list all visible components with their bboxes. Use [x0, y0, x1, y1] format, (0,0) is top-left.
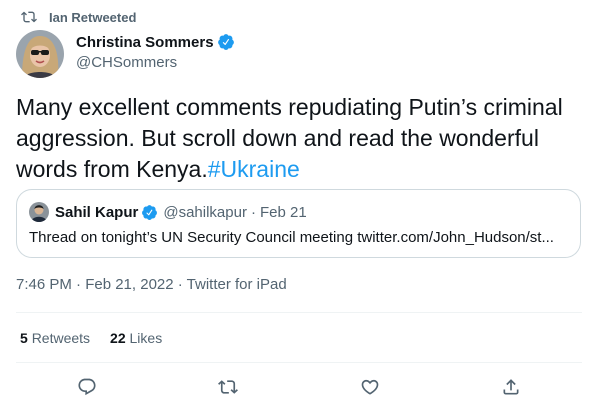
likes-label: Likes — [129, 330, 163, 346]
quote-separator: · — [250, 203, 256, 221]
author-handle[interactable]: @CHSommers — [76, 54, 235, 71]
verified-badge-icon — [142, 204, 158, 220]
author-name[interactable]: Christina Sommers — [76, 34, 214, 51]
reply-icon — [78, 378, 96, 396]
retweet-button[interactable] — [211, 370, 245, 404]
share-button[interactable] — [494, 370, 528, 404]
divider — [16, 362, 582, 363]
like-icon — [361, 379, 379, 395]
like-button[interactable] — [353, 370, 387, 404]
author-block: Christina Sommers @CHSommers — [76, 32, 235, 71]
retweet-icon — [21, 11, 37, 23]
retweet-context-label: Ian Retweeted — [49, 9, 137, 25]
hashtag-link[interactable]: #Ukraine — [208, 156, 300, 182]
retweets-count: 5 — [20, 330, 28, 346]
tweet-timestamp[interactable]: 7:46 PM · Feb 21, 2022 · Twitter for iPa… — [16, 276, 287, 293]
retweets-label: Retweets — [31, 330, 91, 346]
reply-button[interactable] — [70, 370, 104, 404]
action-bar — [16, 372, 582, 402]
likes-stat[interactable]: 22 Likes — [110, 330, 162, 346]
quoted-tweet[interactable]: Sahil Kapur @sahilkapur · Feb 21 Thread … — [16, 189, 581, 258]
retweet-context[interactable]: Ian Retweeted — [21, 9, 136, 25]
share-icon — [503, 379, 519, 395]
quote-date: Feb 21 — [259, 203, 307, 221]
verified-badge-icon — [217, 34, 234, 50]
quote-author-avatar — [29, 202, 49, 222]
quote-author-name: Sahil Kapur — [55, 203, 139, 221]
retweets-stat[interactable]: 5 Retweets — [20, 330, 90, 346]
author-avatar[interactable] — [16, 30, 64, 78]
likes-count: 22 — [110, 330, 126, 346]
quote-author-handle: @sahilkapur — [163, 203, 247, 221]
divider — [16, 312, 582, 313]
quote-text: Thread on tonight’s UN Security Council … — [29, 229, 554, 246]
engagement-stats: 5 Retweets 22 Likes — [20, 330, 182, 346]
retweet-icon — [218, 380, 239, 394]
tweet-text: Many excellent comments repudiating Puti… — [16, 92, 582, 185]
